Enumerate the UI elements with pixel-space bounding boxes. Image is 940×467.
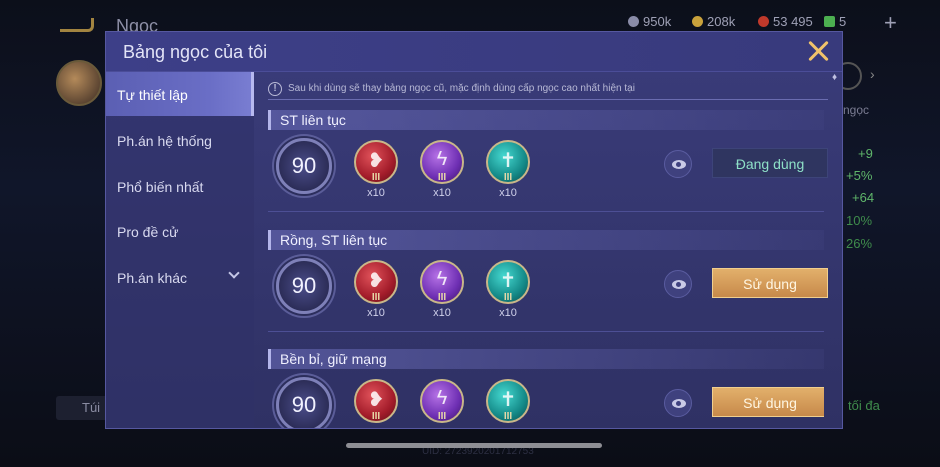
in-use-button[interactable]: Đang dùng: [712, 148, 828, 178]
purple-rune-icon[interactable]: ϟ III: [420, 379, 464, 423]
sidebar-item-popular[interactable]: Phổ biến nhất: [106, 164, 254, 208]
rune-level-badge: 90: [276, 258, 332, 314]
divider: [268, 211, 824, 212]
stat-value: +5%: [846, 168, 873, 183]
rune-set: Rồng, ST liên tục 90 ❥ III x10 ϟ III x10…: [268, 230, 828, 332]
modal-title: Bảng ngọc của tôi: [123, 42, 268, 62]
rune-tier: III: [371, 172, 381, 183]
rune-count: x10: [499, 187, 517, 199]
teal-rune-icon[interactable]: ✝ III: [486, 379, 530, 423]
close-icon[interactable]: [806, 38, 832, 64]
preview-button[interactable]: [664, 389, 692, 417]
eye-icon: [672, 399, 686, 408]
sidebar-item-label: Ph.án khác: [117, 270, 188, 286]
claw-icon: ❥: [367, 389, 385, 411]
use-button[interactable]: Sử dụng: [712, 268, 828, 298]
ruby-resource: 53 495: [758, 14, 813, 29]
chevron-down-icon: [228, 267, 240, 279]
chevron-right-icon[interactable]: ›: [870, 66, 875, 82]
sidebar-item-label: Pro đề cử: [117, 224, 179, 240]
rune-level-badge: 90: [276, 377, 332, 428]
gem-value: 950k: [643, 14, 672, 29]
info-icon: !: [268, 81, 282, 96]
figure-icon: ✝: [499, 150, 517, 172]
lightning-icon: ϟ: [436, 148, 448, 170]
sidebar-item-label: Tự thiết lập: [117, 87, 188, 103]
rune-tier: III: [503, 172, 513, 183]
rune-tier: III: [503, 292, 513, 303]
rune-count: x10: [367, 307, 385, 319]
notice-text: Sau khi dùng sẽ thay bảng ngọc cũ, mặc đ…: [288, 83, 635, 94]
rune-tier: III: [371, 411, 381, 422]
ticket-resource: 5: [824, 14, 846, 29]
eye-icon: [672, 280, 686, 289]
red-rune-icon[interactable]: ❥ III: [354, 140, 398, 184]
rune-level-badge: 90: [276, 138, 332, 194]
gem-resource: 950k: [628, 14, 671, 29]
preview-button[interactable]: [664, 270, 692, 298]
gold-coin-icon: [692, 16, 703, 27]
rune-set-name: Bền bỉ, giữ mạng: [268, 349, 824, 369]
sidebar-item-custom[interactable]: Tự thiết lập: [106, 72, 254, 116]
stat-value: +64: [852, 190, 875, 205]
lightning-icon: ϟ: [436, 387, 448, 409]
sidebar-item-label: Ph.án hệ thống: [117, 133, 212, 149]
rune-set-name: ST liên tục: [268, 110, 824, 130]
purple-rune-icon[interactable]: ϟ III: [420, 140, 464, 184]
rune-tier: III: [437, 172, 447, 183]
sidebar-item-other[interactable]: Ph.án khác: [106, 255, 254, 299]
ticket-icon: [824, 16, 835, 27]
rune-tier: III: [437, 411, 447, 422]
side-label: ngọc: [843, 103, 870, 117]
divider: [268, 331, 824, 332]
rune-set: ST liên tục 90 ❥ III x10 ϟ III x10 ✝ III…: [268, 110, 828, 212]
modal-header: Bảng ngọc của tôi: [106, 32, 842, 72]
rune-count: x10: [433, 307, 451, 319]
stat-value: +9: [858, 146, 873, 161]
gold-resource: 208k: [692, 14, 735, 29]
notice-bar: ! Sau khi dùng sẽ thay bảng ngọc cũ, mặc…: [268, 78, 828, 100]
sidebar-item-label: Phổ biến nhất: [117, 179, 204, 195]
ticket-value: 5: [839, 14, 847, 29]
lightning-icon: ϟ: [436, 268, 448, 290]
sidebar-item-system[interactable]: Ph.án hệ thống: [106, 118, 254, 162]
rune-tier: III: [503, 411, 513, 422]
sidebar-item-pro[interactable]: Pro đề cử: [106, 209, 254, 253]
gem-icon: [628, 16, 639, 27]
rune-count: x10: [433, 187, 451, 199]
teal-rune-icon[interactable]: ✝ III: [486, 140, 530, 184]
rune-sets-list[interactable]: ! Sau khi dùng sẽ thay bảng ngọc cũ, mặc…: [254, 72, 842, 428]
preview-button[interactable]: [664, 150, 692, 178]
rune-page-modal: Bảng ngọc của tôi Tự thiết lập Ph.án hệ …: [105, 31, 843, 429]
max-label: tối đa: [848, 398, 880, 413]
claw-icon: ❥: [367, 150, 385, 172]
scrollbar-handle[interactable]: ♦: [832, 72, 840, 86]
figure-icon: ✝: [499, 270, 517, 292]
hero-avatar[interactable]: [56, 60, 102, 106]
gold-value: 208k: [707, 14, 736, 29]
stat-value: 26%: [846, 236, 873, 251]
rune-tier: III: [437, 292, 447, 303]
ruby-icon: [758, 16, 769, 27]
teal-rune-icon[interactable]: ✝ III: [486, 260, 530, 304]
rune-set-name: Rồng, ST liên tục: [268, 230, 824, 250]
rune-tier: III: [371, 292, 381, 303]
rune-count: x10: [367, 187, 385, 199]
eye-icon: [672, 160, 686, 169]
red-rune-icon[interactable]: ❥ III: [354, 379, 398, 423]
back-arrow-icon[interactable]: [60, 18, 94, 32]
purple-rune-icon[interactable]: ϟ III: [420, 260, 464, 304]
stat-value: 10%: [846, 213, 873, 228]
rune-count: x10: [499, 307, 517, 319]
figure-icon: ✝: [499, 389, 517, 411]
add-resource-icon[interactable]: +: [884, 10, 897, 36]
use-button[interactable]: Sử dụng: [712, 387, 824, 417]
sidebar: Tự thiết lập Ph.án hệ thống Phổ biến nhấ…: [106, 72, 254, 428]
claw-icon: ❥: [367, 270, 385, 292]
home-indicator[interactable]: [346, 443, 602, 448]
ruby-value: 53 495: [773, 14, 813, 29]
red-rune-icon[interactable]: ❥ III: [354, 260, 398, 304]
rune-set: Bền bỉ, giữ mạng 90 ❥ III ϟ III ✝ III Sử…: [268, 349, 824, 428]
